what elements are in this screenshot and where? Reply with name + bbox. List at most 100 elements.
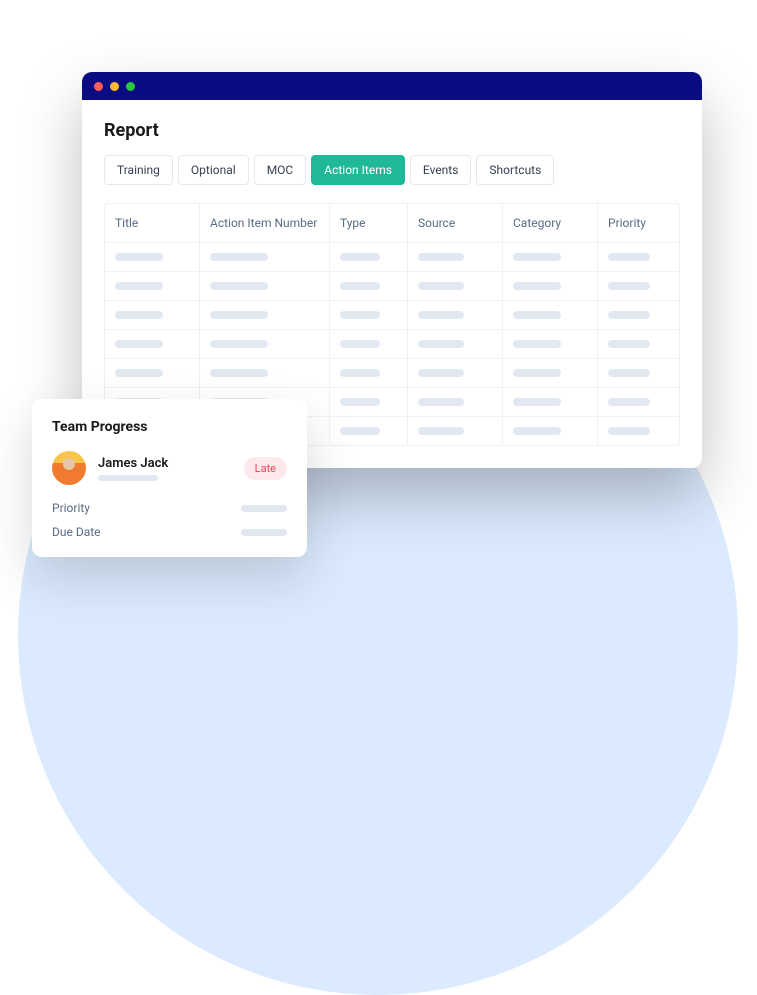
column-header[interactable]: Title xyxy=(105,204,200,242)
table-cell xyxy=(408,417,503,445)
table-cell xyxy=(503,417,598,445)
table-cell xyxy=(503,272,598,300)
table-cell xyxy=(105,301,200,329)
table-row[interactable] xyxy=(105,272,679,301)
cell-placeholder xyxy=(340,369,380,377)
tab-moc[interactable]: MOC xyxy=(254,155,307,185)
cell-placeholder xyxy=(115,253,163,261)
table-cell xyxy=(200,330,330,358)
cell-placeholder xyxy=(418,253,464,261)
table-cell xyxy=(503,388,598,416)
cell-placeholder xyxy=(418,311,464,319)
cell-placeholder xyxy=(513,427,561,435)
cell-placeholder xyxy=(340,398,380,406)
cell-placeholder xyxy=(608,253,650,261)
detail-row: Due Date xyxy=(52,525,287,539)
window-titlebar xyxy=(82,72,702,100)
cell-placeholder xyxy=(418,369,464,377)
column-header[interactable]: Category xyxy=(503,204,598,242)
cell-placeholder xyxy=(340,282,380,290)
table-cell xyxy=(408,359,503,387)
cell-placeholder xyxy=(115,311,163,319)
tab-events[interactable]: Events xyxy=(410,155,472,185)
column-header[interactable]: Action Item Number xyxy=(200,204,330,242)
cell-placeholder xyxy=(418,398,464,406)
team-member-row[interactable]: James Jack Late xyxy=(52,451,287,485)
table-cell xyxy=(408,272,503,300)
table-cell xyxy=(503,301,598,329)
cell-placeholder xyxy=(418,340,464,348)
table-cell xyxy=(598,301,680,329)
cell-placeholder xyxy=(115,369,163,377)
cell-placeholder xyxy=(608,369,650,377)
detail-label: Priority xyxy=(52,501,90,515)
table-cell xyxy=(330,388,408,416)
tabs-row: TrainingOptionalMOCAction ItemsEventsSho… xyxy=(104,155,680,185)
table-cell xyxy=(330,272,408,300)
tab-training[interactable]: Training xyxy=(104,155,173,185)
table-cell xyxy=(200,243,330,271)
cell-placeholder xyxy=(115,282,163,290)
table-cell xyxy=(330,301,408,329)
maximize-icon[interactable] xyxy=(126,82,135,91)
table-cell xyxy=(408,330,503,358)
table-cell xyxy=(105,330,200,358)
table-cell xyxy=(598,330,680,358)
cell-placeholder xyxy=(418,282,464,290)
table-cell xyxy=(200,359,330,387)
cell-placeholder xyxy=(513,253,561,261)
table-cell xyxy=(598,388,680,416)
table-cell xyxy=(408,388,503,416)
cell-placeholder xyxy=(210,282,268,290)
cell-placeholder xyxy=(210,311,268,319)
column-header[interactable]: Priority xyxy=(598,204,680,242)
column-header[interactable]: Source xyxy=(408,204,503,242)
table-cell xyxy=(503,243,598,271)
detail-row: Priority xyxy=(52,501,287,515)
tab-action-items[interactable]: Action Items xyxy=(311,155,405,185)
detail-value-placeholder xyxy=(241,529,287,536)
table-cell xyxy=(105,243,200,271)
status-badge: Late xyxy=(244,457,287,480)
cell-placeholder xyxy=(210,253,268,261)
card-title: Team Progress xyxy=(52,419,287,435)
table-cell xyxy=(408,301,503,329)
table-cell xyxy=(330,359,408,387)
cell-placeholder xyxy=(340,340,380,348)
table-row[interactable] xyxy=(105,301,679,330)
cell-placeholder xyxy=(340,253,380,261)
cell-placeholder xyxy=(608,427,650,435)
tab-optional[interactable]: Optional xyxy=(178,155,249,185)
cell-placeholder xyxy=(608,282,650,290)
cell-placeholder xyxy=(340,427,380,435)
table-cell xyxy=(503,330,598,358)
table-row[interactable] xyxy=(105,359,679,388)
cell-placeholder xyxy=(608,398,650,406)
table-row[interactable] xyxy=(105,243,679,272)
table-cell xyxy=(598,359,680,387)
column-header[interactable]: Type xyxy=(330,204,408,242)
cell-placeholder xyxy=(513,369,561,377)
cell-placeholder xyxy=(418,427,464,435)
team-progress-card: Team Progress James Jack Late Priority Du… xyxy=(32,399,307,557)
cell-placeholder xyxy=(340,311,380,319)
detail-label: Due Date xyxy=(52,525,101,539)
table-cell xyxy=(598,272,680,300)
cell-placeholder xyxy=(210,340,268,348)
member-name: James Jack xyxy=(98,456,232,471)
table-cell xyxy=(503,359,598,387)
close-icon[interactable] xyxy=(94,82,103,91)
cell-placeholder xyxy=(608,311,650,319)
table-row[interactable] xyxy=(105,330,679,359)
table-cell xyxy=(330,243,408,271)
cell-placeholder xyxy=(115,340,163,348)
cell-placeholder xyxy=(513,340,561,348)
cell-placeholder xyxy=(210,369,268,377)
tab-shortcuts[interactable]: Shortcuts xyxy=(476,155,554,185)
table-header: TitleAction Item NumberTypeSourceCategor… xyxy=(105,204,679,243)
cell-placeholder xyxy=(608,340,650,348)
avatar xyxy=(52,451,86,485)
minimize-icon[interactable] xyxy=(110,82,119,91)
cell-placeholder xyxy=(513,398,561,406)
table-cell xyxy=(200,272,330,300)
